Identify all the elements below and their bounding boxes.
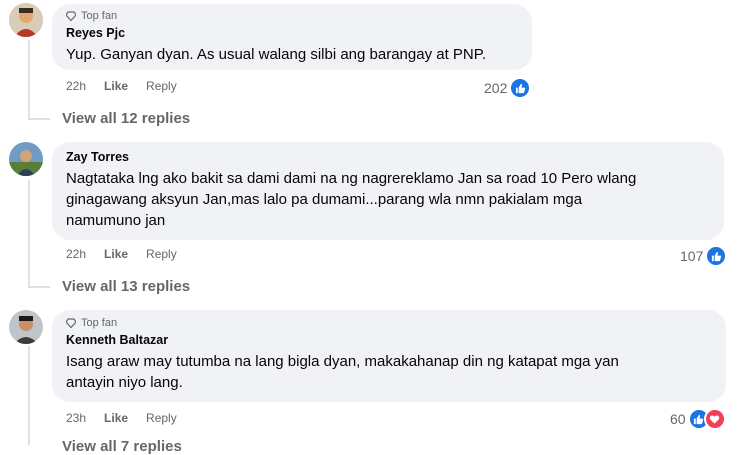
comment-text: Nagtataka lng ako bakit sa dami dami na … bbox=[66, 168, 710, 231]
comment-actions: 23h Like Reply bbox=[66, 411, 195, 425]
like-button[interactable]: Like bbox=[104, 79, 128, 93]
avatar[interactable] bbox=[9, 3, 43, 37]
reply-button[interactable]: Reply bbox=[146, 411, 177, 425]
view-replies-link[interactable]: View all 12 replies bbox=[62, 110, 190, 127]
reaction-summary[interactable]: 60 bbox=[670, 408, 726, 430]
diamond-icon bbox=[66, 11, 76, 21]
like-icon bbox=[705, 245, 728, 267]
thread-line bbox=[28, 286, 50, 288]
reply-button[interactable]: Reply bbox=[146, 79, 177, 93]
like-button[interactable]: Like bbox=[104, 411, 128, 425]
avatar[interactable] bbox=[9, 142, 43, 176]
thread-line bbox=[28, 180, 30, 288]
top-fan-badge: Top fan bbox=[66, 9, 518, 23]
thread-line bbox=[28, 346, 30, 445]
avatar-image bbox=[9, 310, 43, 344]
comment-bubble: Zay Torres Nagtataka lng ako bakit sa da… bbox=[52, 142, 724, 240]
comment-time[interactable]: 22h bbox=[66, 79, 86, 93]
avatar-image bbox=[9, 142, 43, 176]
view-replies-link[interactable]: View all 7 replies bbox=[62, 438, 182, 455]
comment-text-line: Nagtataka lng ako bakit sa dami dami na … bbox=[66, 170, 637, 187]
reaction-summary[interactable]: 202 bbox=[484, 77, 532, 99]
comment-text-line: ginagawang aksyun Jan,mas lalo pa dumami… bbox=[66, 191, 583, 208]
reaction-count: 60 bbox=[670, 411, 686, 427]
comment-author[interactable]: Reyes Pjc bbox=[66, 25, 518, 41]
comment-text: Yup. Ganyan dyan. As usual walang silbi … bbox=[66, 46, 487, 63]
comment-text-line: Isang araw may tutumba na lang bigla dya… bbox=[66, 353, 619, 370]
love-icon bbox=[703, 408, 726, 430]
comment-time[interactable]: 23h bbox=[66, 411, 86, 425]
comment-text-line: namumuno jan bbox=[66, 212, 166, 229]
like-button[interactable]: Like bbox=[104, 247, 128, 261]
reply-button[interactable]: Reply bbox=[146, 247, 177, 261]
avatar[interactable] bbox=[9, 310, 43, 344]
reaction-count: 107 bbox=[680, 248, 704, 264]
comment-text-line: antayin niyo lang. bbox=[66, 374, 183, 391]
badge-label: Top fan bbox=[81, 10, 118, 22]
comment-actions: 22h Like Reply bbox=[66, 247, 195, 261]
reaction-count: 202 bbox=[484, 80, 508, 96]
comment-bubble: Top fan Kenneth Baltazar Isang araw may … bbox=[52, 310, 726, 402]
comment-author[interactable]: Kenneth Baltazar bbox=[66, 332, 712, 348]
view-replies-link[interactable]: View all 13 replies bbox=[62, 278, 190, 295]
comment-author[interactable]: Zay Torres bbox=[66, 149, 710, 165]
top-fan-badge: Top fan bbox=[66, 316, 712, 330]
comment-actions: 22h Like Reply bbox=[66, 79, 195, 93]
comment-bubble: Top fan Reyes Pjc Yup. Ganyan dyan. As u… bbox=[52, 4, 532, 70]
like-icon bbox=[509, 77, 532, 99]
avatar-image bbox=[9, 3, 43, 37]
diamond-icon bbox=[66, 318, 76, 328]
thread-line bbox=[28, 40, 30, 120]
thread-line bbox=[28, 118, 50, 120]
badge-label: Top fan bbox=[81, 317, 118, 329]
reaction-summary[interactable]: 107 bbox=[680, 245, 728, 267]
comment-text: Isang araw may tutumba na lang bigla dya… bbox=[66, 351, 712, 393]
comment-time[interactable]: 22h bbox=[66, 247, 86, 261]
